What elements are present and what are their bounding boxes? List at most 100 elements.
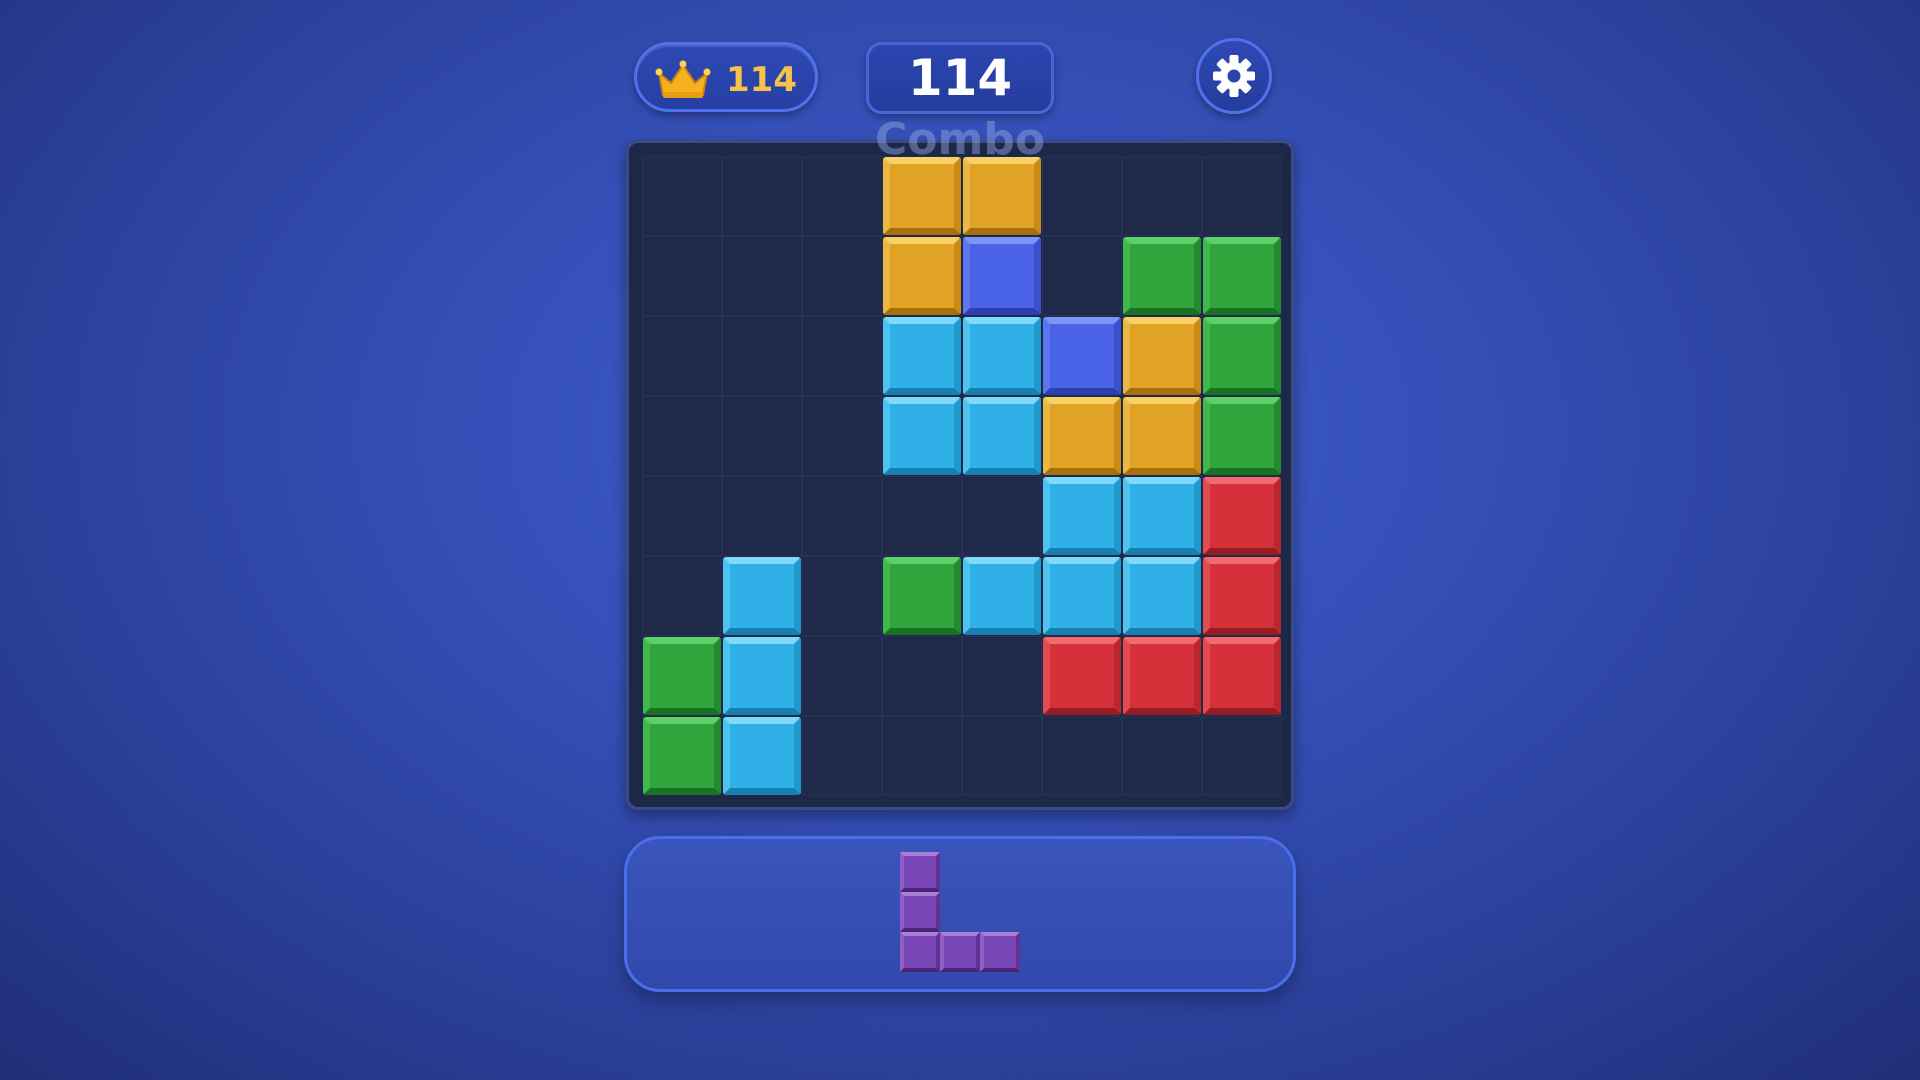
board-block-yellow[interactable] [1122,316,1202,396]
cyan-block [1043,477,1121,555]
board-cell-empty[interactable] [882,716,962,796]
board-cell-empty[interactable] [962,476,1042,556]
board-cell-empty[interactable] [802,556,882,636]
board-block-blue[interactable] [1042,316,1122,396]
cyan-block [723,717,801,795]
board-cell-empty[interactable] [642,476,722,556]
board-block-yellow[interactable] [1042,396,1122,476]
board-block-cyan[interactable] [1122,476,1202,556]
piece-block-purple [900,892,940,932]
board-cell-empty[interactable] [1202,716,1282,796]
board-block-cyan[interactable] [962,316,1042,396]
board-cell-empty[interactable] [722,316,802,396]
board-block-yellow[interactable] [1122,396,1202,476]
board-block-red[interactable] [1042,636,1122,716]
red-block [1123,637,1201,715]
board-cell-empty[interactable] [1122,716,1202,796]
cyan-block [1123,477,1201,555]
board-block-green[interactable] [1202,316,1282,396]
board-cell-empty[interactable] [1042,156,1122,236]
board-block-cyan[interactable] [1042,476,1122,556]
yellow-block [963,157,1041,235]
cyan-block [963,317,1041,395]
board-block-green[interactable] [1122,236,1202,316]
yellow-block [1043,397,1121,475]
board-block-cyan[interactable] [1042,556,1122,636]
board-block-yellow[interactable] [882,156,962,236]
cyan-block [1123,557,1201,635]
board-cell-empty[interactable] [1042,716,1122,796]
board-cell-empty[interactable] [802,156,882,236]
board-cell-empty[interactable] [882,636,962,716]
board-cell-empty[interactable] [642,156,722,236]
board-block-yellow[interactable] [882,236,962,316]
yellow-block [883,157,961,235]
crown-icon [655,60,711,98]
board-cell-empty[interactable] [802,236,882,316]
best-score-badge: 114 [634,42,818,112]
board-cell-empty[interactable] [642,316,722,396]
cyan-block [963,397,1041,475]
best-score-value: 114 [726,60,797,100]
board-block-green[interactable] [882,556,962,636]
green-block [1203,317,1281,395]
cyan-block [883,317,961,395]
green-block [643,637,721,715]
red-block [1203,477,1281,555]
board-cell-empty[interactable] [1042,236,1122,316]
board-cell-empty[interactable] [642,556,722,636]
piece-block-purple [900,852,940,892]
board-cell-empty[interactable] [722,396,802,476]
board-block-cyan[interactable] [882,316,962,396]
current-score-value: 114 [907,49,1013,107]
board-grid[interactable] [642,156,1282,796]
board-block-cyan[interactable] [882,396,962,476]
board-block-red[interactable] [1202,556,1282,636]
board-cell-empty[interactable] [962,636,1042,716]
board-block-cyan[interactable] [962,556,1042,636]
green-block [1123,237,1201,315]
board-block-yellow[interactable] [962,156,1042,236]
green-block [1203,237,1281,315]
red-block [1203,557,1281,635]
board-cell-empty[interactable] [802,396,882,476]
cyan-block [1043,557,1121,635]
board-cell-empty[interactable] [722,236,802,316]
board-block-red[interactable] [1202,636,1282,716]
board-cell-empty[interactable] [1122,156,1202,236]
board-cell-empty[interactable] [882,476,962,556]
board-cell-empty[interactable] [642,396,722,476]
board-block-cyan[interactable] [722,716,802,796]
cyan-block [963,557,1041,635]
board-block-green[interactable] [1202,236,1282,316]
green-block [643,717,721,795]
settings-button[interactable] [1196,38,1272,114]
board-block-green[interactable] [642,636,722,716]
board-block-blue[interactable] [962,236,1042,316]
combo-label: Combo [874,114,1046,165]
board-block-red[interactable] [1122,636,1202,716]
board-block-cyan[interactable] [722,556,802,636]
board-cell-empty[interactable] [802,316,882,396]
game-board[interactable] [626,140,1294,810]
piece-block-purple [900,932,940,972]
board-cell-empty[interactable] [802,476,882,556]
yellow-block [883,237,961,315]
board-block-green[interactable] [1202,396,1282,476]
board-block-red[interactable] [1202,476,1282,556]
board-cell-empty[interactable] [722,476,802,556]
piece-block-purple [980,932,1020,972]
board-cell-empty[interactable] [962,716,1042,796]
board-cell-empty[interactable] [722,156,802,236]
board-cell-empty[interactable] [1202,156,1282,236]
cyan-block [883,397,961,475]
gear-icon [1213,55,1255,97]
board-block-cyan[interactable] [722,636,802,716]
board-cell-empty[interactable] [802,636,882,716]
board-block-green[interactable] [642,716,722,796]
board-block-cyan[interactable] [1122,556,1202,636]
board-cell-empty[interactable] [642,236,722,316]
tray-piece-l-shape[interactable] [900,852,1020,972]
board-cell-empty[interactable] [802,716,882,796]
board-block-cyan[interactable] [962,396,1042,476]
